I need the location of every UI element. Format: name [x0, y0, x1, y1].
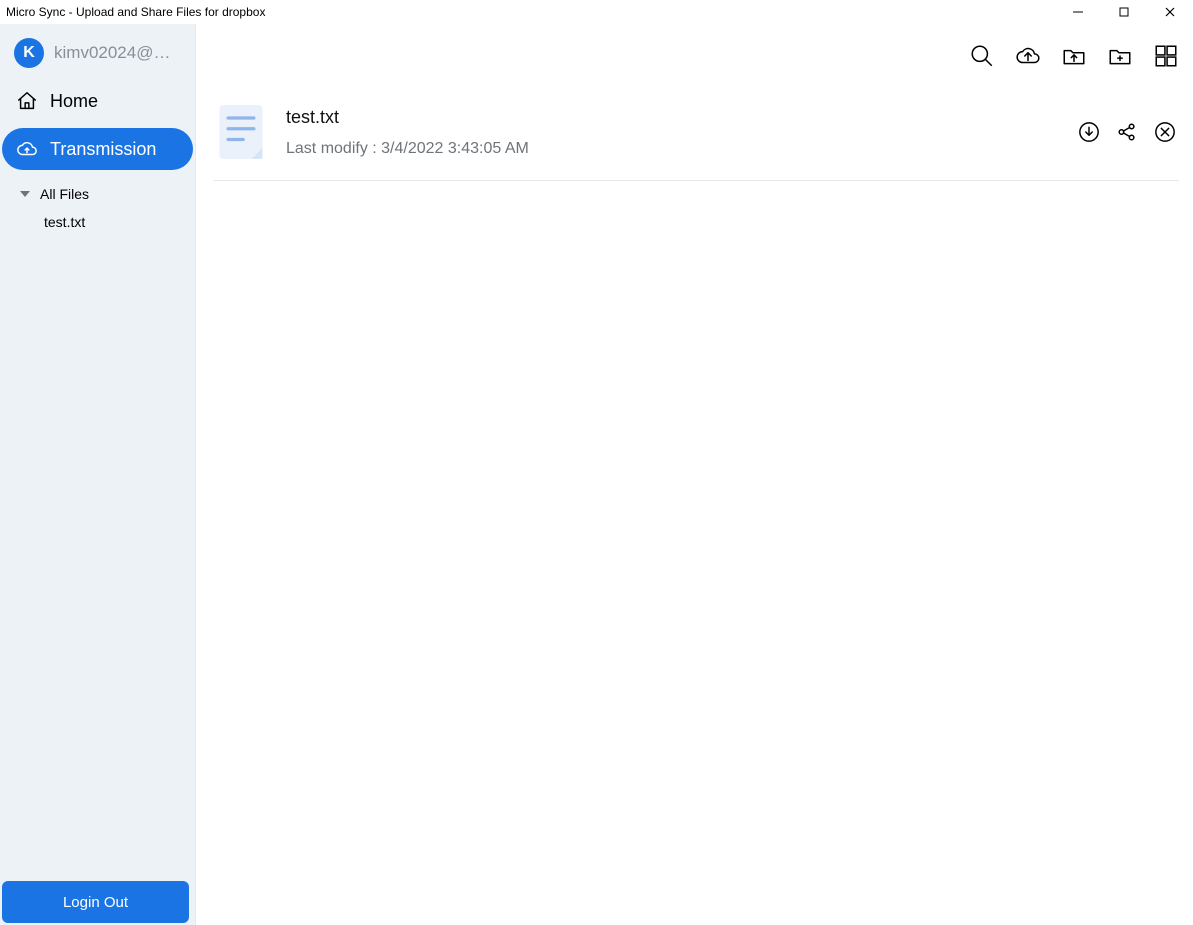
- file-list: test.txt Last modify : 3/4/2022 3:43:05 …: [196, 88, 1193, 181]
- nav-home[interactable]: Home: [2, 80, 193, 122]
- upload-file-button[interactable]: [1061, 43, 1087, 69]
- new-folder-button[interactable]: [1107, 43, 1133, 69]
- minimize-icon: [1072, 6, 1084, 18]
- file-tree: All Files test.txt: [0, 176, 195, 236]
- delete-button[interactable]: [1153, 120, 1177, 144]
- file-name: test.txt: [286, 107, 1059, 128]
- nav-transmission[interactable]: Transmission: [2, 128, 193, 170]
- file-modified: Last modify : 3/4/2022 3:43:05 AM: [286, 140, 1059, 158]
- logout-button[interactable]: Login Out: [2, 881, 189, 923]
- logout-label: Login Out: [63, 894, 128, 911]
- download-icon: [1078, 121, 1100, 143]
- maximize-icon: [1118, 6, 1130, 18]
- window-title: Micro Sync - Upload and Share Files for …: [6, 5, 265, 19]
- cloud-sync-icon: [16, 138, 38, 160]
- close-icon: [1164, 6, 1176, 18]
- folder-upload-icon: [1061, 43, 1087, 69]
- home-icon: [16, 90, 38, 112]
- window-titlebar: Micro Sync - Upload and Share Files for …: [0, 0, 1193, 24]
- tree-root-label: All Files: [40, 186, 89, 202]
- window-maximize-button[interactable]: [1101, 0, 1147, 24]
- folder-plus-icon: [1107, 43, 1133, 69]
- chevron-down-icon: [18, 187, 32, 201]
- search-button[interactable]: [969, 43, 995, 69]
- nav-home-label: Home: [50, 91, 98, 112]
- search-icon: [969, 43, 995, 69]
- upload-to-cloud-button[interactable]: [1015, 43, 1041, 69]
- file-actions: [1077, 120, 1177, 144]
- file-modified-prefix: Last modify :: [286, 140, 381, 157]
- document-icon: [214, 102, 268, 162]
- window-minimize-button[interactable]: [1055, 0, 1101, 24]
- tree-root[interactable]: All Files: [0, 180, 195, 208]
- download-button[interactable]: [1077, 120, 1101, 144]
- avatar: K: [14, 38, 44, 68]
- window-close-button[interactable]: [1147, 0, 1193, 24]
- file-meta: test.txt Last modify : 3/4/2022 3:43:05 …: [286, 107, 1059, 158]
- toolbar: [196, 24, 1193, 88]
- account-name: kimv02024@…: [54, 43, 170, 63]
- main-panel: test.txt Last modify : 3/4/2022 3:43:05 …: [196, 24, 1193, 925]
- share-icon: [1116, 121, 1138, 143]
- cloud-upload-icon: [1015, 43, 1041, 69]
- nav-transmission-label: Transmission: [50, 139, 156, 160]
- tree-item-label: test.txt: [44, 214, 85, 230]
- cancel-circle-icon: [1154, 121, 1176, 143]
- grid-view-button[interactable]: [1153, 43, 1179, 69]
- tree-item[interactable]: test.txt: [0, 208, 195, 236]
- file-modified-value: 3/4/2022 3:43:05 AM: [381, 140, 529, 157]
- share-button[interactable]: [1115, 120, 1139, 144]
- account-header[interactable]: K kimv02024@…: [0, 24, 195, 80]
- grid-icon: [1153, 43, 1179, 69]
- sidebar: K kimv02024@… Home Transmission All File…: [0, 24, 196, 925]
- window-controls: [1055, 0, 1193, 24]
- file-row[interactable]: test.txt Last modify : 3/4/2022 3:43:05 …: [214, 96, 1179, 181]
